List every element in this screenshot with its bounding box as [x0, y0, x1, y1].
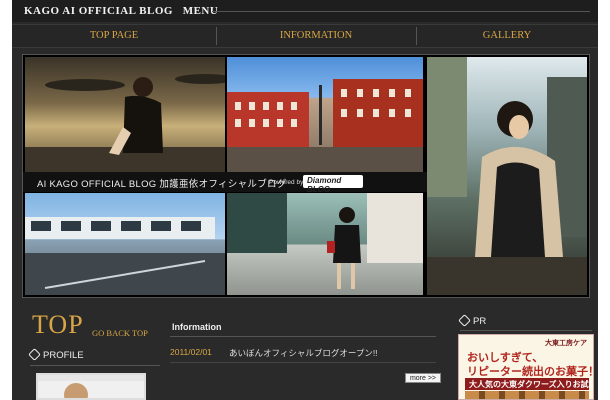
- sponsor-logo-text: Diamond BLOG: [307, 176, 342, 194]
- top-heading-text: TOP: [32, 310, 84, 339]
- photo-storefront: [227, 193, 423, 295]
- nav-top-page[interactable]: TOP PAGE: [12, 25, 216, 47]
- menu-divider: [212, 11, 590, 12]
- information-date: 2011/02/01: [170, 347, 212, 357]
- information-heading: Information: [172, 322, 222, 332]
- top-heading: TOP GO BACK TOP: [32, 310, 148, 340]
- pr-heading: PR: [458, 314, 487, 327]
- ad-brand: 大東工房ケア: [545, 339, 587, 347]
- profile-photo[interactable]: [36, 373, 146, 400]
- photo-square-image: [227, 79, 423, 172]
- go-back-top-link[interactable]: GO BACK TOP: [92, 328, 148, 338]
- page-frame: KAGO AI OFFICIAL BLOG MENU TOP PAGE INFO…: [12, 0, 598, 400]
- more-button[interactable]: more >>: [405, 373, 441, 383]
- sponsor-logo[interactable]: Diamond BLOG: [303, 175, 363, 194]
- ad-subline: 大人気の大東ダクワーズ入りお試しセット: [469, 380, 593, 389]
- pr-heading-text: PR: [473, 316, 487, 327]
- ad-headline-2: リピーター続出のお菓子！: [467, 366, 594, 378]
- photo-tram-image: [25, 217, 225, 295]
- information-divider: [170, 336, 436, 337]
- photo-seaside-image: [25, 74, 225, 172]
- pr-ad-banner[interactable]: 大東工房ケア おいしすぎて、 リピーター続出のお菓子！ 大人気の大東ダクワーズ入…: [458, 334, 594, 400]
- photo-square: [227, 57, 423, 172]
- blog-title[interactable]: KAGO AI OFFICIAL BLOG MENU: [24, 5, 218, 17]
- photo-market-image: [427, 57, 587, 295]
- ad-sweets-image: [465, 391, 589, 399]
- profile-heading: PROFILE: [28, 348, 84, 361]
- pr-divider: [460, 330, 592, 331]
- nav-information[interactable]: INFORMATION: [216, 25, 416, 47]
- tag-icon: [458, 314, 471, 327]
- profile-photo-image: [38, 375, 144, 398]
- photo-tram: [25, 193, 225, 295]
- photo-storefront-image: [227, 193, 423, 289]
- information-divider: [170, 362, 436, 363]
- photo-market: [427, 57, 587, 295]
- profile-divider: [30, 365, 160, 366]
- menu-bar: KAGO AI OFFICIAL BLOG MENU: [12, 0, 598, 22]
- banner-caption-strip: AI KAGO OFFICIAL BLOG 加護亜依オフィシャルブログ Powe…: [23, 172, 427, 194]
- header-banner: AI KAGO OFFICIAL BLOG 加護亜依オフィシャルブログ Powe…: [22, 54, 590, 298]
- nav-bar: TOP PAGE INFORMATION GALLERY: [12, 24, 598, 48]
- photo-seaside: [25, 57, 225, 172]
- powered-by-label: Powered by: [269, 179, 304, 186]
- profile-heading-text: PROFILE: [43, 350, 84, 361]
- tag-icon: [28, 348, 41, 361]
- nav-gallery[interactable]: GALLERY: [416, 25, 598, 47]
- information-entry-link[interactable]: あいぼんオフィシャルブログオープン!!: [229, 347, 378, 359]
- blog-title-text: KAGO AI OFFICIAL BLOG: [24, 5, 173, 17]
- banner-caption: AI KAGO OFFICIAL BLOG 加護亜依オフィシャルブログ: [37, 179, 287, 190]
